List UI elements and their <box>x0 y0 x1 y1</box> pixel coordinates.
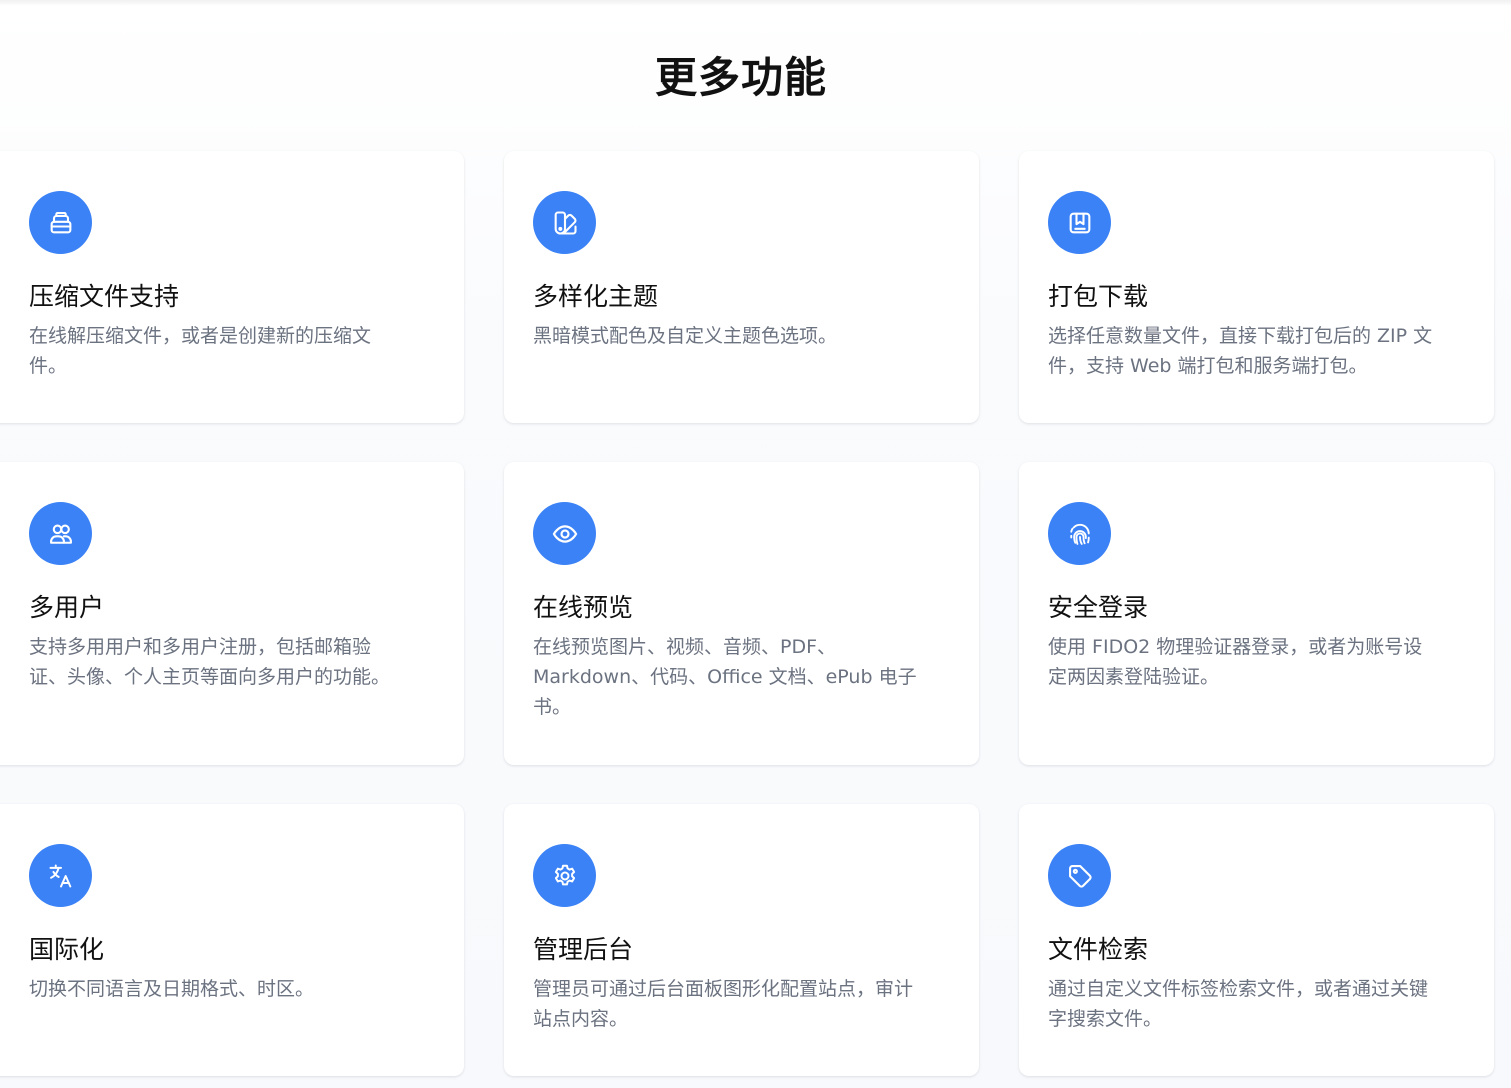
users-icon <box>29 502 92 565</box>
feature-card-package-download: 打包下载 选择任意数量文件，直接下载打包后的 ZIP 文件，支持 Web 端打包… <box>1019 151 1494 423</box>
feature-card-secure-login: 安全登录 使用 FIDO2 物理验证器登录，或者为账号设定两因素登陆验证。 <box>1019 462 1494 765</box>
feature-title: 多用户 <box>29 593 105 622</box>
feature-description: 在线预览图片、视频、音频、PDF、Markdown、代码、Office 文档、e… <box>533 636 917 718</box>
section-title: 更多功能 <box>654 53 827 102</box>
feature-description: 选择任意数量文件，直接下载打包后的 ZIP 文件，支持 Web 端打包和服务端打… <box>1048 325 1433 377</box>
feature-title: 压缩文件支持 <box>29 282 180 311</box>
tag-icon <box>1048 844 1111 907</box>
top-edge-shadow <box>0 0 1511 6</box>
feature-title: 管理后台 <box>533 935 634 964</box>
archive-icon <box>29 191 92 254</box>
feature-title: 文件检索 <box>1048 935 1149 964</box>
package-icon <box>1048 191 1111 254</box>
feature-card-file-search: 文件检索 通过自定义文件标签检索文件，或者通过关键字搜索文件。 <box>1019 804 1494 1076</box>
gear-icon <box>533 844 596 907</box>
eye-icon <box>533 502 596 565</box>
feature-description: 在线解压缩文件，或者是创建新的压缩文件。 <box>29 325 372 377</box>
feature-card-archive: 压缩文件支持 在线解压缩文件，或者是创建新的压缩文件。 <box>0 151 464 423</box>
fingerprint-icon <box>1048 502 1111 565</box>
feature-description: 使用 FIDO2 物理验证器登录，或者为账号设定两因素登陆验证。 <box>1048 636 1423 688</box>
feature-card-online-preview: 在线预览 在线预览图片、视频、音频、PDF、Markdown、代码、Office… <box>504 462 979 765</box>
feature-description: 切换不同语言及日期格式、时区。 <box>29 978 315 1000</box>
color-swatch-icon <box>533 191 596 254</box>
feature-description: 通过自定义文件标签检索文件，或者通过关键字搜索文件。 <box>1048 978 1429 1030</box>
feature-card-i18n: 国际化 切换不同语言及日期格式、时区。 <box>0 804 464 1076</box>
feature-card-admin: 管理后台 管理员可通过后台面板图形化配置站点，审计站点内容。 <box>504 804 979 1076</box>
feature-description: 管理员可通过后台面板图形化配置站点，审计站点内容。 <box>533 978 914 1030</box>
feature-title: 安全登录 <box>1048 593 1149 622</box>
feature-title: 国际化 <box>29 935 105 964</box>
feature-title: 多样化主题 <box>533 282 659 311</box>
feature-card-themes: 多样化主题 黑暗模式配色及自定义主题色选项。 <box>504 151 979 423</box>
feature-title: 在线预览 <box>533 593 634 622</box>
feature-description: 支持多用用户和多用户注册，包括邮箱验证、头像、个人主页等面向多用户的功能。 <box>29 636 391 688</box>
feature-title: 打包下载 <box>1048 282 1149 311</box>
feature-description: 黑暗模式配色及自定义主题色选项。 <box>533 325 838 347</box>
translate-icon <box>29 844 92 907</box>
feature-card-multi-user: 多用户 支持多用用户和多用户注册，包括邮箱验证、头像、个人主页等面向多用户的功能… <box>0 462 464 765</box>
